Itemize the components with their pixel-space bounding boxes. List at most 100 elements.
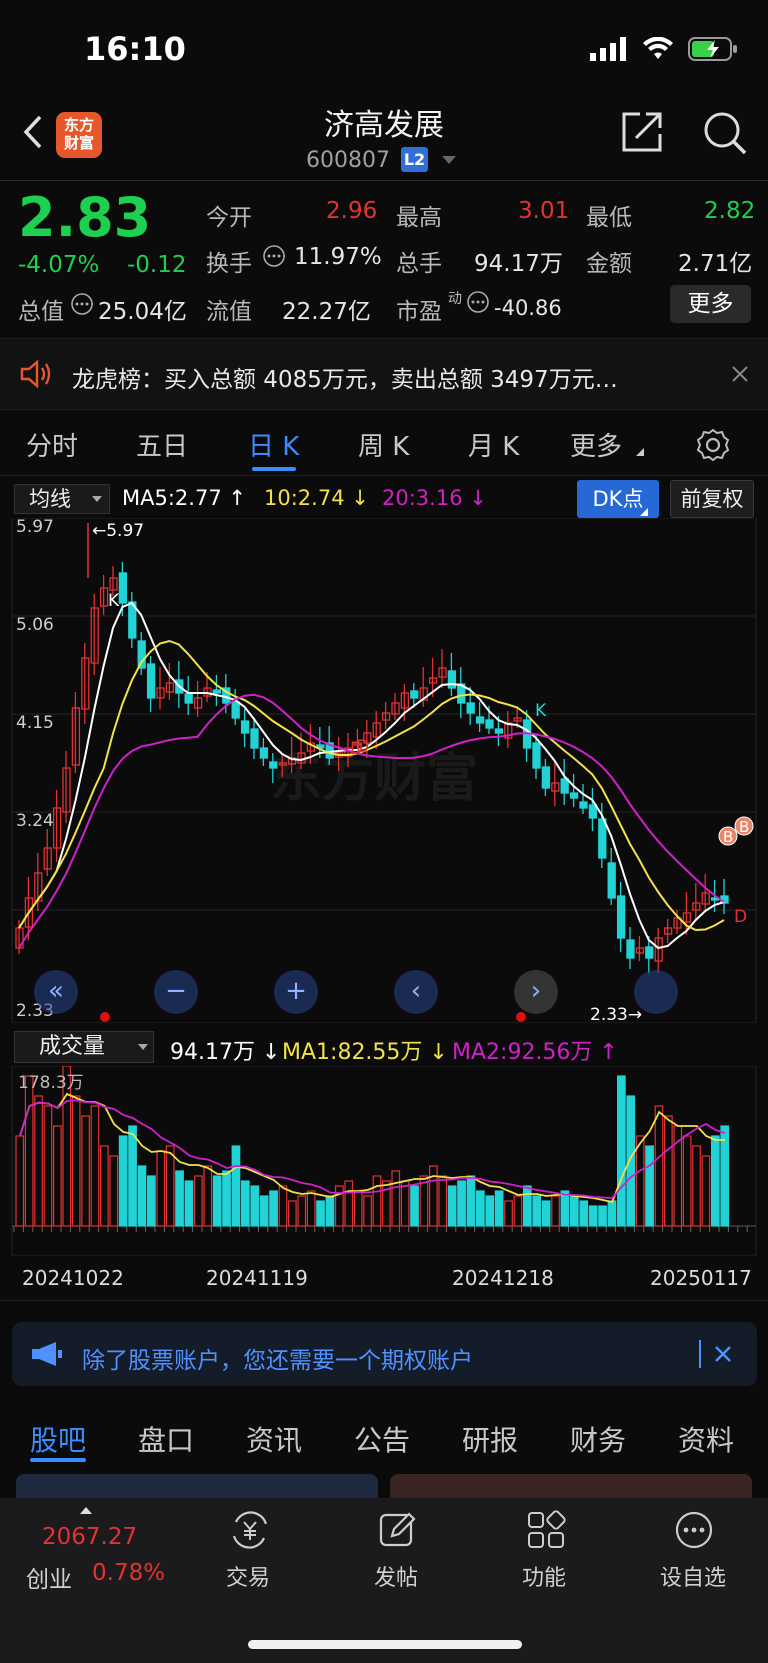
turnover-value: 11.97%: [294, 244, 382, 270]
tab-weekly-k[interactable]: 周 K: [358, 426, 409, 463]
tab-five-day[interactable]: 五日: [136, 426, 188, 463]
function-label[interactable]: 功能: [522, 1560, 566, 1592]
volume-bar: [522, 1185, 532, 1227]
y-tick-label: 4.15: [16, 713, 54, 733]
volume-bar: [297, 1195, 307, 1227]
trade-label[interactable]: 交易: [226, 1560, 270, 1592]
level2-badge[interactable]: L2: [401, 147, 428, 172]
tab-more[interactable]: 更多: [570, 426, 622, 463]
grid-icon[interactable]: [526, 1510, 566, 1550]
d-marker: D: [734, 907, 747, 927]
info-icon[interactable]: [262, 244, 286, 268]
tab-profile[interactable]: 资料: [678, 1419, 734, 1459]
adjust-button[interactable]: 前复权: [670, 480, 754, 518]
candle-body: [541, 766, 551, 789]
volume-bar: [184, 1180, 194, 1227]
search-icon[interactable]: [702, 110, 748, 156]
candle-body: [212, 689, 222, 694]
tab-monthly-k[interactable]: 月 K: [468, 426, 519, 463]
date-label: 20241119: [206, 1266, 308, 1290]
float-label: 流值: [206, 299, 252, 325]
post-label[interactable]: 发帖: [374, 1560, 418, 1592]
volume-bar: [52, 1125, 62, 1227]
pe-value: -40.86: [494, 296, 562, 320]
volume-bar: [90, 1105, 100, 1227]
candle-body: [466, 702, 475, 714]
volume-bar: [457, 1180, 466, 1227]
close-icon[interactable]: [730, 364, 750, 384]
tab-daily-k[interactable]: 日 K: [248, 426, 299, 463]
zoom-in-button[interactable]: +: [274, 970, 318, 1014]
volume-bar: [588, 1205, 598, 1227]
volume-bar: [325, 1195, 335, 1227]
tab-finance[interactable]: 财务: [570, 1419, 626, 1459]
volume-bar: [579, 1200, 589, 1227]
candle-body: [259, 747, 269, 759]
share-icon[interactable]: [620, 110, 664, 154]
info-icon[interactable]: [466, 290, 490, 314]
prev-button[interactable]: ‹: [394, 970, 438, 1014]
stock-code: 600807: [306, 148, 390, 173]
float-value: 22.27亿: [282, 299, 371, 325]
index-percent[interactable]: 0.78%: [92, 1560, 165, 1586]
volume-ma1: MA1:82.55万 ↓: [282, 1040, 448, 1065]
focus-button[interactable]: [634, 970, 678, 1014]
gear-icon[interactable]: [696, 428, 730, 462]
index-name[interactable]: 创业: [26, 1560, 72, 1594]
compose-icon[interactable]: [378, 1510, 418, 1550]
tab-underline: [252, 467, 296, 471]
close-icon[interactable]: [714, 1345, 732, 1363]
info-icon[interactable]: [70, 292, 94, 316]
volume-bar: [128, 1125, 137, 1227]
speaker-icon: [20, 359, 51, 389]
tab-announcements[interactable]: 公告: [354, 1419, 410, 1459]
volume-bar: [118, 1135, 128, 1227]
ma20-value: 20:3.16 ↓: [382, 486, 487, 510]
pe-label: 市盈: [396, 299, 442, 325]
index-value[interactable]: 2067.27: [42, 1524, 137, 1550]
tab-guba[interactable]: 股吧: [30, 1419, 86, 1459]
candle-body: [118, 572, 128, 604]
volume-bar: [701, 1155, 711, 1227]
candle-body: [410, 690, 419, 699]
volume-bar: [476, 1190, 485, 1227]
candle-body: [645, 946, 654, 959]
kline-chart[interactable]: 东方财富 KDKDBBD 5.975.064.153.242.33←5.972.…: [0, 518, 768, 1023]
tab-pankou[interactable]: 盘口: [138, 1419, 194, 1459]
high-label: 最高: [396, 205, 442, 231]
volume-bar: [43, 1105, 53, 1227]
high-value: 3.01: [518, 198, 570, 224]
candle-body: [240, 720, 250, 734]
more-button[interactable]: 更多: [670, 285, 751, 323]
volume-bar: [165, 1145, 175, 1227]
y-tick-label: 3.24: [16, 811, 54, 831]
volume-bar: [494, 1190, 504, 1227]
indicator-dot: [516, 1012, 526, 1022]
tab-research[interactable]: 研报: [462, 1419, 518, 1459]
candle-body: [137, 640, 146, 669]
chevron-up-icon[interactable]: [80, 1507, 92, 1514]
volume-bar: [306, 1190, 316, 1227]
next-button[interactable]: ›: [514, 970, 558, 1014]
candle-body: [588, 804, 598, 819]
volume-bar: [316, 1200, 325, 1227]
volume-bar: [212, 1175, 222, 1227]
rewind-button[interactable]: «: [34, 970, 78, 1014]
volume-bar: [71, 1095, 81, 1227]
trade-icon[interactable]: [228, 1510, 272, 1550]
chevron-down-icon[interactable]: [442, 156, 456, 164]
low-label: 最低: [586, 205, 632, 231]
volume-chart[interactable]: [0, 1066, 768, 1256]
tab-intraday[interactable]: 分时: [26, 426, 78, 463]
volume-bar: [24, 1075, 34, 1227]
volume-indicator-select[interactable]: 成交量: [14, 1031, 154, 1063]
tab-news[interactable]: 资讯: [246, 1419, 302, 1459]
more-dots-icon[interactable]: [674, 1510, 714, 1550]
volume-bar: [513, 1195, 523, 1227]
candle-body: [146, 663, 156, 699]
zoom-out-button[interactable]: −: [154, 970, 198, 1014]
divider: [0, 1300, 768, 1301]
watchlist-label[interactable]: 设自选: [660, 1560, 726, 1592]
candle-body: [560, 778, 569, 794]
volume-bar: [391, 1170, 401, 1227]
